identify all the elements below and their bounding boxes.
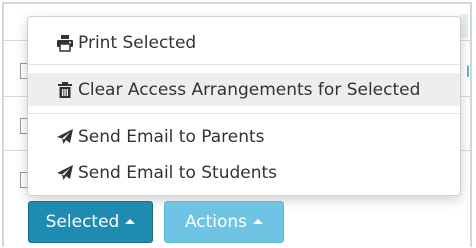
selected-dropdown-menu: Print Selected Clear Access Arrangements…: [27, 16, 461, 196]
table-cell-edge-text: l: [465, 63, 470, 81]
menu-item-clear-access-arrangements[interactable]: Clear Access Arrangements for Selected: [28, 73, 460, 106]
selected-dropdown-button[interactable]: Selected: [28, 201, 153, 243]
menu-item-print-selected[interactable]: Print Selected: [28, 26, 460, 59]
menu-divider: [28, 113, 460, 114]
menu-item-label: Send Email to Parents: [78, 126, 265, 147]
selected-button-label: Selected: [45, 212, 120, 232]
menu-item-label: Clear Access Arrangements for Selected: [78, 79, 421, 100]
trash-icon: [56, 81, 74, 99]
table-header-edge: [460, 14, 468, 38]
caret-up-icon: [253, 218, 264, 224]
menu-item-send-email-parents[interactable]: Send Email to Parents: [28, 120, 460, 153]
caret-up-icon: [125, 218, 136, 224]
paper-plane-icon: [56, 128, 74, 146]
screen: l Print Selected Clear Access Arrangemen…: [0, 0, 476, 248]
actions-button-label: Actions: [184, 212, 248, 232]
menu-divider: [28, 64, 460, 65]
actions-dropdown-button[interactable]: Actions: [164, 201, 284, 243]
printer-icon: [56, 34, 74, 52]
menu-item-label: Send Email to Students: [78, 162, 278, 183]
paper-plane-icon: [56, 164, 74, 182]
menu-item-send-email-students[interactable]: Send Email to Students: [28, 156, 460, 189]
menu-item-label: Print Selected: [78, 32, 197, 53]
